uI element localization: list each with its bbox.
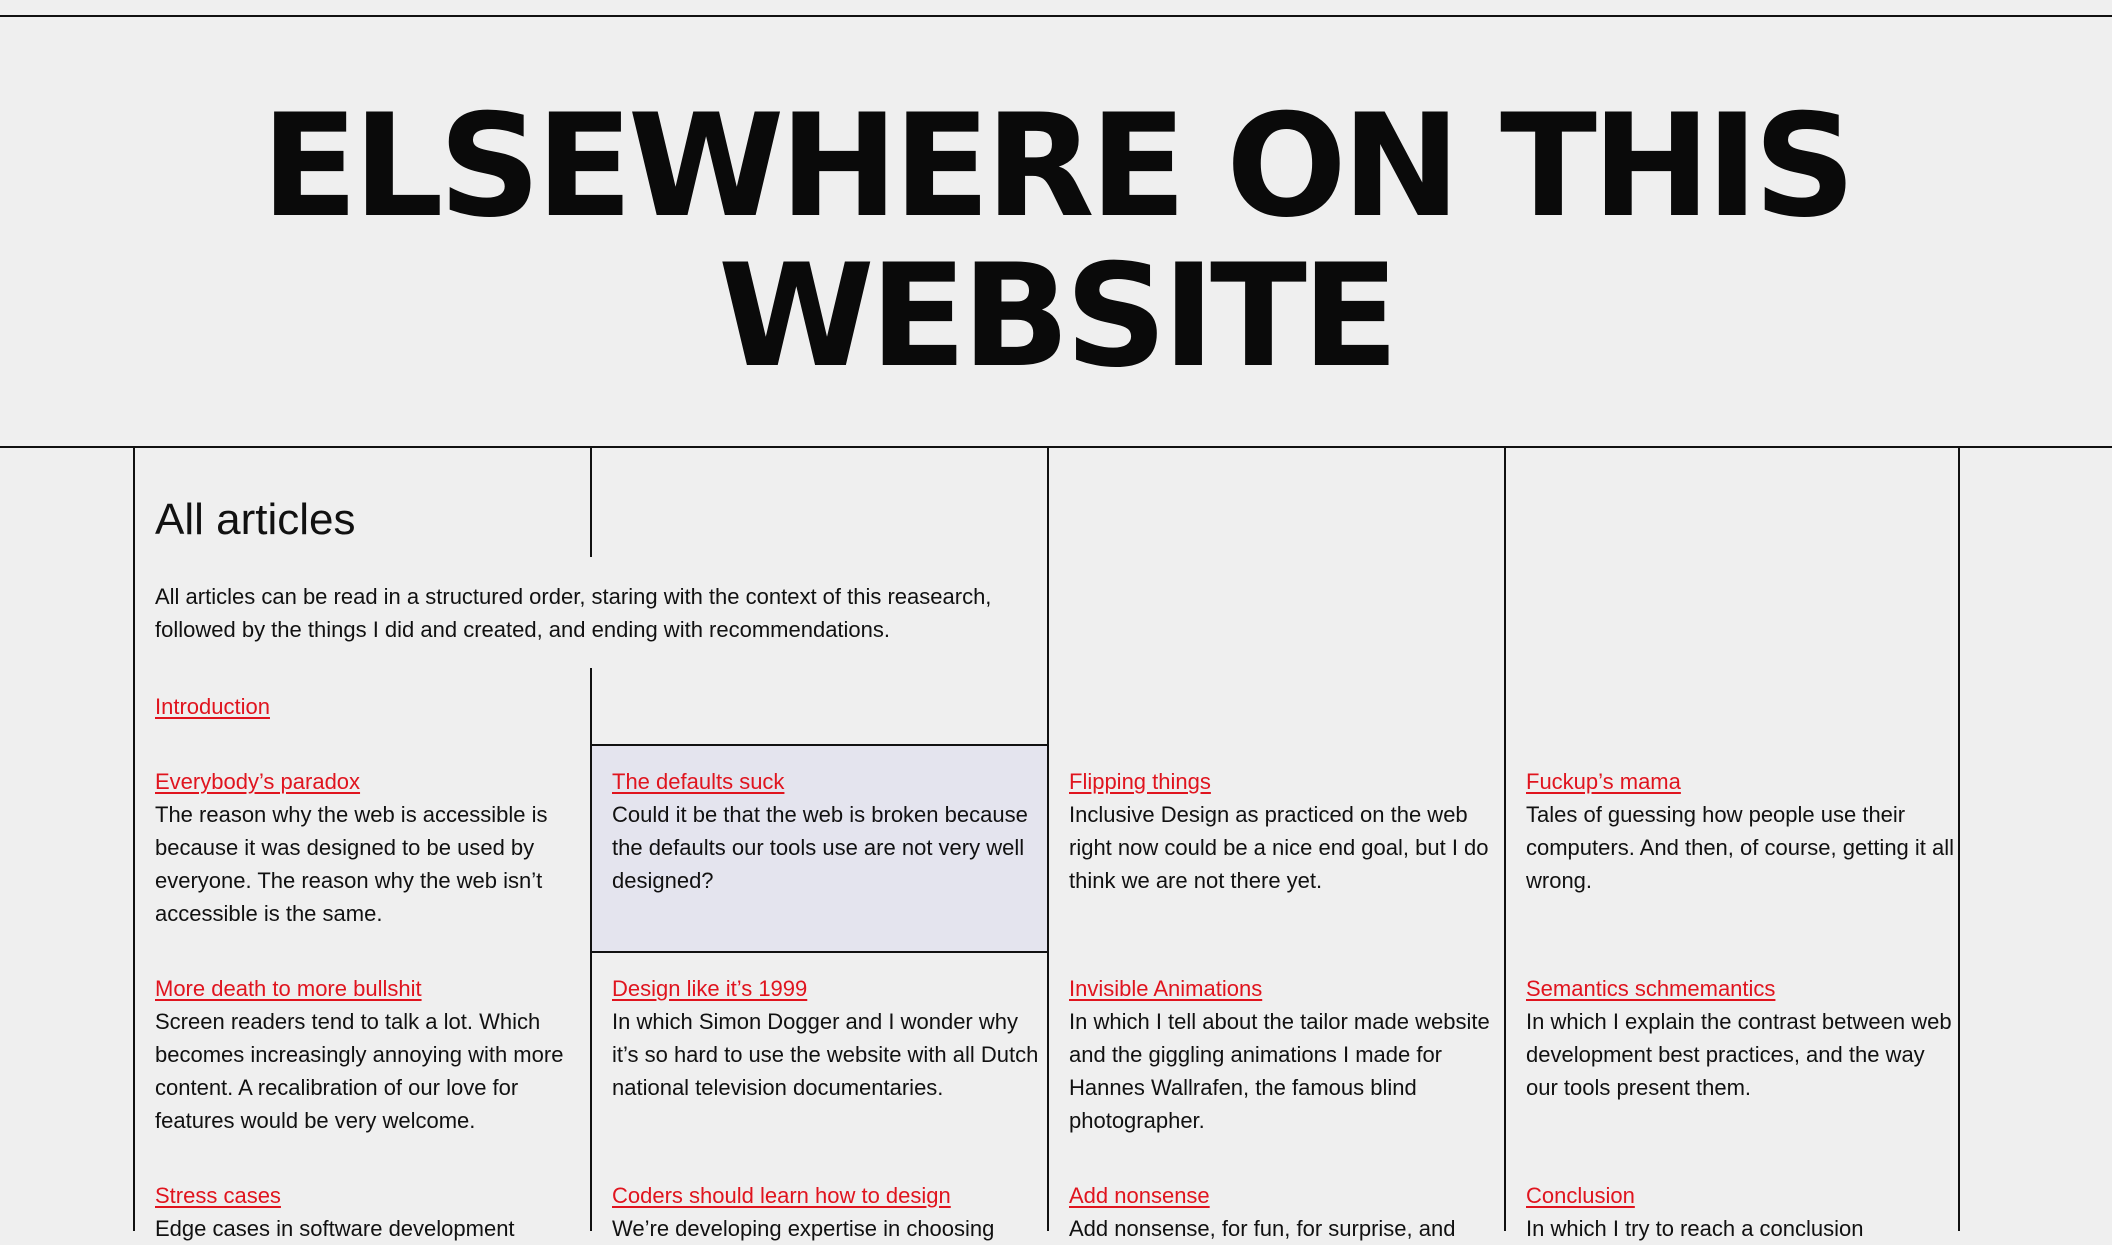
grid-line (1958, 447, 1960, 1231)
article-link[interactable]: Coders should learn how to design (612, 1179, 1042, 1212)
article-card: Stress cases Edge cases in software deve… (155, 1179, 585, 1245)
article-description: Screen readers tend to talk a lot. Which… (155, 1009, 564, 1133)
article-description: Add nonsense, for fun, for surprise, and (1069, 1216, 1456, 1241)
section-intro-text: All articles can be read in a structured… (155, 584, 992, 642)
article-link[interactable]: Conclusion (1526, 1179, 1956, 1212)
article-card: Coders should learn how to design We’re … (612, 1179, 1042, 1245)
article-card: Fuckup’s mama Tales of guessing how peop… (1526, 765, 1956, 897)
article-card: Flipping things Inclusive Design as prac… (1069, 765, 1499, 897)
article-card: Conclusion In which I try to reach a con… (1526, 1179, 1956, 1245)
article-description: Inclusive Design as practiced on the web… (1069, 802, 1489, 893)
grid-line (133, 447, 135, 1231)
article-link[interactable]: Flipping things (1069, 765, 1499, 798)
article-description: In which I tell about the tailor made we… (1069, 1009, 1490, 1133)
article-card: Design like it’s 1999 In which Simon Dog… (612, 972, 1042, 1104)
article-description: In which I explain the contrast between … (1526, 1009, 1952, 1100)
introduction-link[interactable]: Introduction (155, 690, 270, 723)
grid-line (590, 744, 1049, 746)
grid-line (1047, 447, 1049, 1231)
article-link[interactable]: The defaults suck (612, 765, 1042, 798)
article-link[interactable]: Add nonsense (1069, 1179, 1499, 1212)
article-link[interactable]: More death to more bullshit (155, 972, 585, 1005)
article-card: Invisible Animations In which I tell abo… (1069, 972, 1499, 1137)
article-card: Everybody’s paradox The reason why the w… (155, 765, 585, 930)
section-divider (0, 446, 2112, 448)
article-link[interactable]: Stress cases (155, 1179, 585, 1212)
article-link[interactable]: Everybody’s paradox (155, 765, 585, 798)
grid-line (1504, 447, 1506, 1231)
page-title: ELSEWHERE ON THIS WEBSITE (261, 84, 1856, 399)
article-description: Could it be that the web is broken becau… (612, 802, 1028, 893)
grid-line (590, 668, 592, 1231)
article-description: In which Simon Dogger and I wonder why i… (612, 1009, 1039, 1100)
article-description: The reason why the web is accessible is … (155, 802, 548, 926)
article-link[interactable]: Invisible Animations (1069, 972, 1499, 1005)
grid-line (590, 951, 1049, 953)
top-rule (0, 15, 2112, 17)
article-link[interactable]: Design like it’s 1999 (612, 972, 1042, 1005)
grid-line (590, 447, 592, 557)
article-card: The defaults suck Could it be that the w… (612, 765, 1042, 897)
article-card: Add nonsense Add nonsense, for fun, for … (1069, 1179, 1499, 1245)
article-card: Semantics schmemantics In which I explai… (1526, 972, 1956, 1104)
article-description: We’re developing expertise in choosing (612, 1216, 995, 1241)
article-link[interactable]: Semantics schmemantics (1526, 972, 1956, 1005)
article-description: Tales of guessing how people use their c… (1526, 802, 1955, 893)
article-description: In which I try to reach a conclusion (1526, 1216, 1864, 1241)
article-description: Edge cases in software development (155, 1216, 515, 1241)
article-card: More death to more bullshit Screen reade… (155, 972, 585, 1137)
article-link[interactable]: Fuckup’s mama (1526, 765, 1956, 798)
section-heading: All articles (155, 495, 356, 544)
